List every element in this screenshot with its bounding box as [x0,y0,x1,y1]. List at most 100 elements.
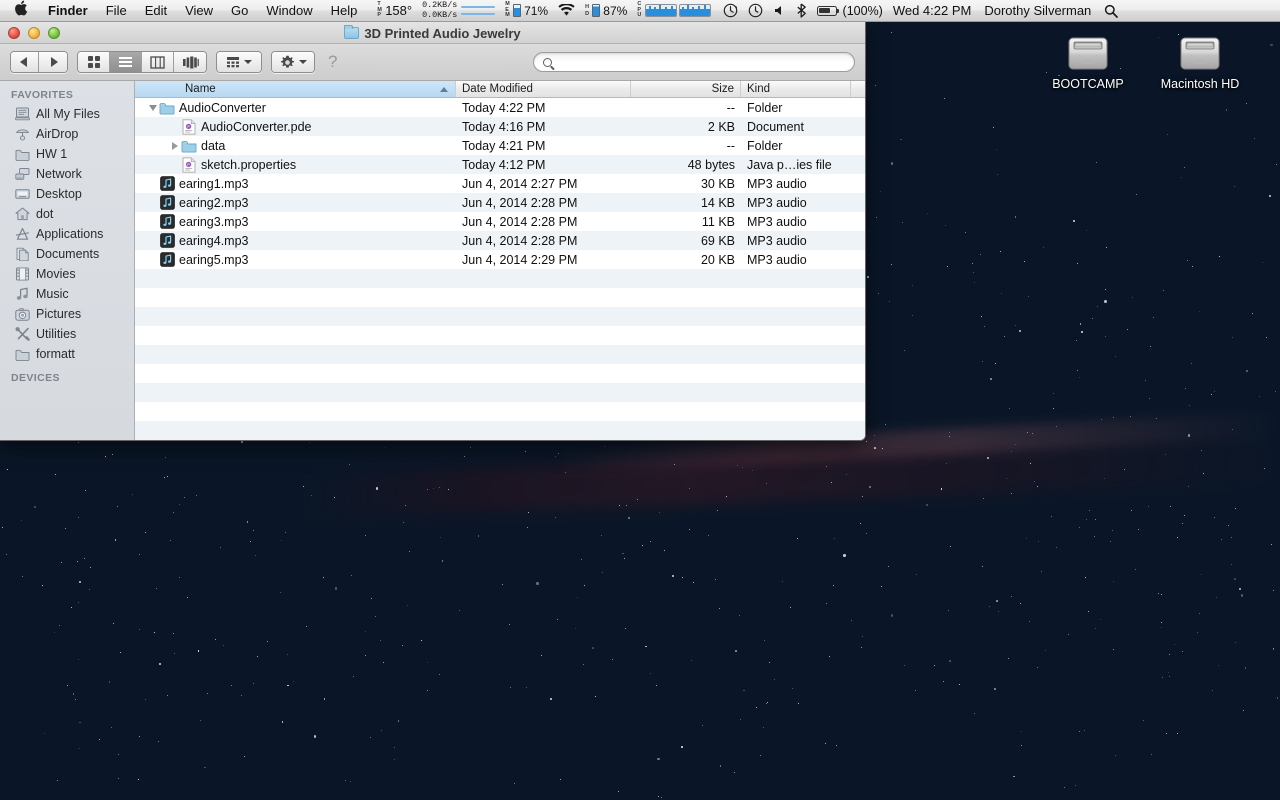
cell-size: -- [726,138,735,153]
column-header-date-modified[interactable]: Date Modified [456,81,631,97]
table-row[interactable]: Psketch.properties Today 4:12 PM 48 bytes J… [135,155,865,174]
sidebar-item-hw-1[interactable]: HW 1 [0,144,134,164]
file-name-label: earing4.mp3 [179,233,249,248]
sidebar-item-label: Documents [36,247,100,261]
chevron-down-icon [244,60,252,64]
battery-label: (100%) [842,3,883,18]
apple-menu-icon[interactable] [0,0,39,19]
menu-edit[interactable]: Edit [136,0,176,22]
menu-extra-cpu[interactable]: C P U [632,0,717,22]
menu-bar-user[interactable]: Dorothy Silverman [976,3,1099,18]
cpu-label: C P U [637,1,642,19]
sidebar-item-formatt[interactable]: formatt [0,344,134,364]
sidebar-item-network[interactable]: Network [0,164,134,184]
folder-icon [159,100,175,116]
cell-name: P AudioConverter.pde [135,118,456,135]
menu-help[interactable]: Help [322,0,367,22]
menu-extra-time-machine[interactable] [718,0,743,22]
sidebar-item-all-my-files[interactable]: All My Files [0,104,134,124]
menu-extra-clock[interactable] [743,0,768,22]
hd-value: 87% [603,3,628,18]
action-button[interactable] [271,51,315,73]
disclosure-triangle-open[interactable] [146,104,159,111]
forward-button[interactable] [39,52,67,72]
empty-row [135,402,865,421]
table-row[interactable]: earing5.mp3 Jun 4, 2014 2:29 PM 20 KB MP3 a… [135,250,865,269]
cpu-graph-1-icon [644,4,677,17]
sidebar-item-dot[interactable]: dot [0,204,134,224]
menu-extra-battery[interactable]: (100%) [812,0,888,22]
sidebar-section-devices-header: DEVICES [11,372,60,384]
sidebar-item-movies[interactable]: Movies [0,264,134,284]
airdrop-icon [14,127,30,142]
empty-row [135,288,865,307]
search-field[interactable] [533,52,855,72]
icon-view-button[interactable] [78,52,110,72]
file-name-label: earing1.mp3 [179,176,249,191]
desktop-icon-macintosh-hd[interactable]: Macintosh HD [1152,33,1248,91]
column-header-kind[interactable]: Kind [741,81,851,97]
search-input[interactable] [557,55,845,69]
finder-toolbar: ? [0,44,865,81]
sidebar-section-favorites-header: FAVORITES [11,89,74,101]
column-view-button[interactable] [142,52,174,72]
menu-extra-memory[interactable]: M E M 71% [500,0,553,22]
back-button[interactable] [11,52,39,72]
cell-kind: MP3 audio [747,252,807,267]
window-title-bar[interactable]: 3D Printed Audio Jewelry [0,22,865,44]
sidebar-item-label: dot [36,207,54,221]
column-header-name[interactable]: Name [135,81,456,97]
menu-extra-harddrive[interactable]: H D 87% [580,0,632,22]
table-row[interactable]: P AudioConverter.pde Today 4:16 PM 2 KB Docu… [135,117,865,136]
menu-view[interactable]: View [176,0,222,22]
sidebar-item-utilities[interactable]: Utilities [0,324,134,344]
mp3-icon [159,233,175,249]
empty-row [135,269,865,288]
menu-window[interactable]: Window [257,0,321,22]
memory-value: 71% [524,3,549,18]
empty-row [135,440,865,441]
menu-extra-network[interactable]: 0.2KB/s 0.0KB/s [417,0,500,22]
sidebar-item-applications[interactable]: Applications [0,224,134,244]
sidebar-item-documents[interactable]: Documents [0,244,134,264]
sidebar-item-label: AirDrop [36,127,79,141]
file-name-label: data [201,138,226,153]
window-title: 3D Printed Audio Jewelry [0,22,865,44]
desktop-icon-bootcamp[interactable]: BOOTCAMP [1040,33,1136,91]
coverflow-view-button[interactable] [174,52,206,72]
sidebar-item-music[interactable]: Music [0,284,134,304]
spotlight-button[interactable] [1099,0,1128,22]
column-header-size[interactable]: Size [631,81,741,97]
file-name-label: AudioConverter [179,100,266,115]
volume-icon [774,6,781,15]
sidebar-item-pictures[interactable]: Pictures [0,304,134,324]
arrange-button[interactable] [216,51,262,73]
menu-extra-temperature[interactable]: T M P 158° [372,0,417,22]
menu-go[interactable]: Go [222,0,257,22]
menu-extra-bluetooth[interactable] [791,0,812,22]
table-row[interactable]: earing3.mp3 Jun 4, 2014 2:28 PM 11 KB MP3 a… [135,212,865,231]
sidebar-item-desktop[interactable]: Desktop [0,184,134,204]
help-button[interactable]: ? [328,52,337,72]
menu-file[interactable]: File [97,0,136,22]
cell-size: 48 bytes [687,157,735,172]
menu-bar-clock[interactable]: Wed 4:22 PM [888,0,977,22]
finder-window[interactable]: 3D Printed Audio Jewelry ? FAVORITES All… [0,22,866,441]
table-row[interactable]: AudioConverter Today 4:22 PM -- Folder [135,98,865,117]
table-row[interactable]: earing2.mp3 Jun 4, 2014 2:28 PM 14 KB MP3 a… [135,193,865,212]
table-row[interactable]: earing4.mp3 Jun 4, 2014 2:28 PM 69 KB MP3 a… [135,231,865,250]
table-row[interactable]: data Today 4:21 PM -- Folder [135,136,865,155]
menu-finder[interactable]: Finder [39,0,97,22]
menu-extra-volume[interactable] [768,0,791,22]
hd-bar-icon [592,4,601,17]
wifi-icon [558,4,575,16]
memory-label: M E M [505,1,511,19]
sidebar-item-airdrop[interactable]: AirDrop [0,124,134,144]
menu-extra-wifi[interactable] [553,0,580,22]
mp3-icon [159,214,175,230]
disclosure-triangle-closed[interactable] [168,141,181,150]
list-view-button[interactable] [110,52,142,72]
desktop-icon-label: BOOTCAMP [1052,77,1124,91]
file-name-label: AudioConverter.pde [201,119,312,134]
table-row[interactable]: earing1.mp3 Jun 4, 2014 2:27 PM 30 KB MP3 a… [135,174,865,193]
